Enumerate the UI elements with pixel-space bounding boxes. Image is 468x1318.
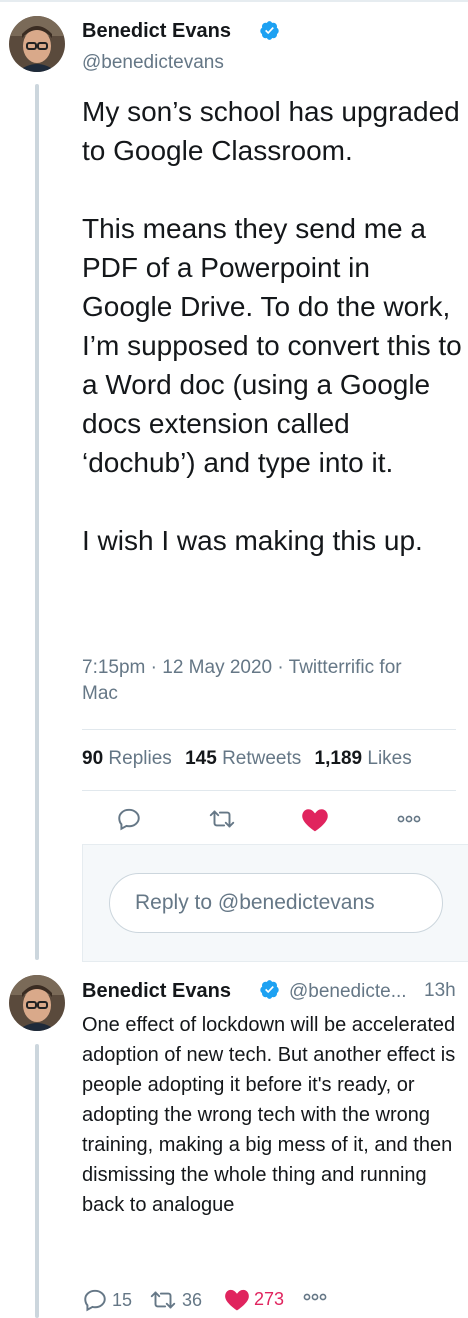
like-icon — [302, 809, 328, 832]
more-button[interactable] — [394, 804, 424, 834]
thread-line-main — [35, 84, 39, 960]
reply-tweet-text: One effect of lockdown will be accelerat… — [82, 1014, 456, 1216]
reply-placeholder: Reply to @benedictevans — [135, 891, 375, 914]
avatar[interactable] — [9, 16, 65, 72]
tweet-text: My son’s school has upgraded to Google C… — [82, 96, 462, 556]
reply-author-name[interactable]: Benedict Evans — [82, 980, 231, 1003]
author-handle[interactable]: @benedictevans — [82, 52, 224, 74]
like-icon — [225, 1289, 249, 1311]
tweet-meta[interactable]: 7:15pm · 12 May 2020 · Twitterrific for … — [82, 655, 442, 707]
reply-icon — [84, 1289, 106, 1312]
replies-label[interactable]: Replies — [108, 748, 171, 769]
replies-count[interactable]: 90 — [82, 748, 103, 769]
reply-button[interactable] — [114, 804, 144, 834]
retweet-icon — [209, 810, 235, 828]
reply-count: 15 — [112, 1289, 133, 1310]
reply-time[interactable]: 13h — [424, 980, 456, 1002]
avatar[interactable] — [9, 975, 65, 1031]
retweet-icon — [150, 1291, 176, 1309]
reply-button[interactable]: 15 — [82, 1287, 132, 1313]
verified-icon — [260, 980, 279, 999]
reply-input[interactable]: Reply to @benedictevans — [109, 873, 443, 933]
reply-author-handle[interactable]: @benedicte... — [289, 981, 407, 1003]
more-icon — [397, 815, 421, 823]
divider — [82, 729, 456, 730]
divider — [82, 790, 456, 791]
like-button[interactable] — [300, 804, 330, 834]
likes-label[interactable]: Likes — [367, 748, 411, 769]
retweet-count: 36 — [182, 1289, 203, 1310]
reply-icon — [118, 808, 140, 831]
retweet-button[interactable] — [206, 804, 238, 834]
likes-count[interactable]: 1,189 — [315, 748, 363, 769]
thread-line-reply — [35, 1044, 39, 1318]
retweets-count[interactable]: 145 — [185, 748, 217, 769]
tweet-stats: 90 Replies 145 Retweets 1,189 Likes — [82, 748, 412, 770]
verified-icon — [260, 21, 279, 40]
reply-composer: Reply to @benedictevans — [82, 844, 468, 962]
more-button[interactable] — [302, 1292, 328, 1302]
top-border — [0, 0, 468, 2]
like-count: 273 — [254, 1288, 285, 1309]
more-icon — [303, 1293, 327, 1301]
like-button[interactable]: 273 — [224, 1287, 284, 1311]
retweets-label[interactable]: Retweets — [222, 748, 301, 769]
retweet-button[interactable]: 36 — [148, 1287, 202, 1313]
author-name[interactable]: Benedict Evans — [82, 20, 231, 43]
